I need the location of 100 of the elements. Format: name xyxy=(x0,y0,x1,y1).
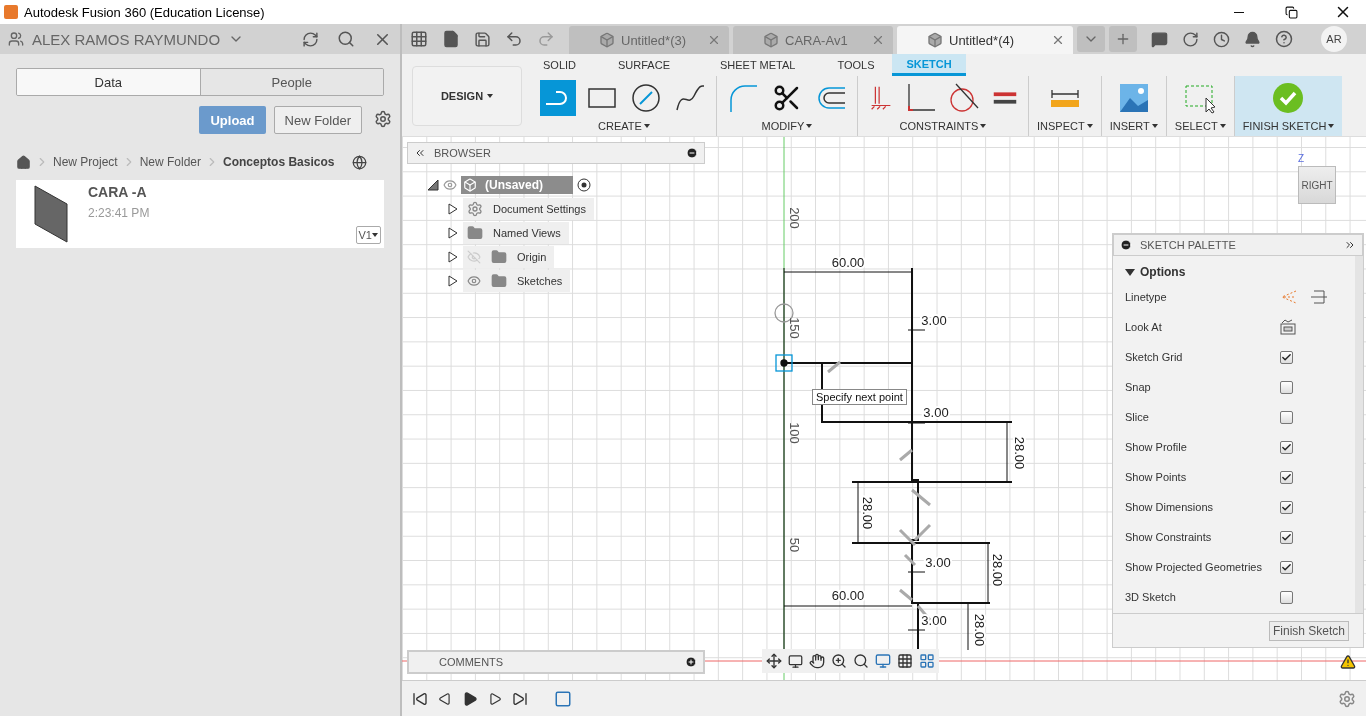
dimension-label[interactable]: 3.00 xyxy=(921,313,947,329)
search-button[interactable] xyxy=(337,30,355,48)
help-icon[interactable] xyxy=(1275,30,1293,48)
breadcrumb-link[interactable]: Conceptos Basicos xyxy=(223,155,335,169)
user-avatar[interactable]: AR xyxy=(1321,26,1347,52)
play-icon[interactable] xyxy=(462,690,478,707)
checkbox[interactable] xyxy=(1280,530,1293,544)
globe-icon[interactable] xyxy=(352,154,368,170)
group-menu[interactable]: CONSTRAINTS xyxy=(899,118,987,132)
ribbon-tab[interactable]: SHEET METAL xyxy=(696,54,820,76)
axis-label: Z xyxy=(1298,153,1305,164)
group-menu[interactable]: SELECT xyxy=(1174,118,1226,132)
next-icon[interactable] xyxy=(488,691,502,706)
dimension-label[interactable]: 28.00 xyxy=(1011,436,1027,470)
workspace-dropdown[interactable]: DESIGN xyxy=(412,66,522,126)
group-menu[interactable]: INSERT xyxy=(1109,118,1158,132)
group-menu[interactable]: FINISH SKETCH xyxy=(1242,118,1335,132)
document-tab[interactable]: Untitled*(4) xyxy=(897,26,1073,54)
expand-toggle[interactable] xyxy=(447,226,459,240)
window-title: Autodesk Fusion 360 (Education License) xyxy=(24,4,266,20)
version-dropdown[interactable]: V1 xyxy=(355,226,381,244)
home-icon[interactable] xyxy=(16,154,31,170)
comments-title: COMMENTS xyxy=(439,656,505,668)
checkbox[interactable] xyxy=(1280,470,1293,484)
dimension-label[interactable]: 28.00 xyxy=(971,613,987,647)
sync-icon[interactable] xyxy=(1182,30,1199,48)
tree-node[interactable]: Named Views xyxy=(463,222,569,244)
ribbon-tab[interactable]: SOLID xyxy=(527,54,592,76)
dimension-label[interactable]: 28.00 xyxy=(989,553,1005,587)
bell-icon[interactable] xyxy=(1244,30,1261,48)
previous-icon[interactable] xyxy=(438,691,452,706)
clock-icon[interactable] xyxy=(1213,30,1230,48)
group-menu[interactable]: CREATE xyxy=(598,118,650,132)
file-menu-icon[interactable] xyxy=(442,30,460,48)
refresh-icon xyxy=(302,30,319,48)
axis-label: 150 xyxy=(786,317,802,339)
finish-sketch-button[interactable]: Finish Sketch xyxy=(1268,620,1349,641)
settings-icon[interactable] xyxy=(1338,689,1356,708)
options-section[interactable]: Options xyxy=(1125,262,1186,282)
expand-toggle[interactable] xyxy=(447,250,459,264)
checkbox[interactable] xyxy=(1280,410,1293,424)
dimension-label[interactable]: 3.00 xyxy=(921,613,947,629)
comment-icon[interactable] xyxy=(1151,30,1168,48)
orbit-icon[interactable] xyxy=(766,653,782,669)
dimension-label[interactable]: 3.00 xyxy=(923,405,949,421)
group-menu[interactable]: MODIFY xyxy=(761,118,813,132)
expand-toggle[interactable] xyxy=(427,179,439,191)
browser-title: BROWSER xyxy=(434,147,492,159)
dimension-label[interactable]: 28.00 xyxy=(859,496,875,530)
new-folder-button[interactable]: New Folder xyxy=(273,106,362,134)
add-icon[interactable] xyxy=(685,656,697,668)
save-icon[interactable] xyxy=(474,30,491,48)
tree-node[interactable]: Document Settings xyxy=(463,198,594,220)
zoom-icon[interactable] xyxy=(831,653,847,669)
checkbox[interactable] xyxy=(1280,350,1293,364)
refresh-button[interactable] xyxy=(302,30,319,48)
axis-label: 50 xyxy=(786,537,802,553)
file-card[interactable]: CARA -A 2:23:41 PM V1 xyxy=(16,180,384,248)
option-label: Show Constraints xyxy=(1125,531,1213,543)
look-at-icon[interactable] xyxy=(1280,319,1296,335)
grid-icon[interactable] xyxy=(897,653,913,669)
panel-tab[interactable]: People xyxy=(199,69,383,95)
checkbox[interactable] xyxy=(1280,500,1293,514)
radio-icon xyxy=(577,178,591,192)
last-frame-icon[interactable] xyxy=(512,690,528,707)
option-label: Linetype xyxy=(1125,291,1168,303)
apps-grid-icon[interactable] xyxy=(410,30,428,48)
dimension-label[interactable]: 3.00 xyxy=(925,555,951,571)
checkbox[interactable] xyxy=(1280,590,1293,604)
minus-icon xyxy=(1120,239,1132,251)
dimension-label[interactable]: 60.00 xyxy=(831,255,865,271)
viewports-icon[interactable] xyxy=(919,653,935,669)
axis-label: 200 xyxy=(786,207,802,229)
breadcrumb-link[interactable]: New Project xyxy=(53,155,118,169)
line-tool[interactable] xyxy=(540,80,576,116)
first-frame-icon[interactable] xyxy=(412,690,428,707)
display-icon[interactable] xyxy=(875,653,891,669)
pan-icon[interactable] xyxy=(809,653,825,669)
undo-icon[interactable] xyxy=(505,30,523,48)
ribbon-tab[interactable]: TOOLS xyxy=(819,54,893,76)
tree-node[interactable]: Origin xyxy=(463,246,555,268)
group-menu[interactable]: INSPECT xyxy=(1037,118,1093,132)
view-cube[interactable]: RIGHT xyxy=(1298,166,1336,204)
cube-icon xyxy=(599,32,615,48)
expand-toggle[interactable] xyxy=(447,274,459,288)
checkbox[interactable] xyxy=(1280,380,1293,394)
fit-icon[interactable] xyxy=(853,653,869,669)
dimension-label[interactable]: 60.00 xyxy=(831,588,865,604)
tree-node[interactable]: Sketches xyxy=(463,270,571,292)
breadcrumb-link[interactable]: New Folder xyxy=(139,155,202,169)
close-icon xyxy=(707,33,721,47)
checkbox[interactable] xyxy=(1280,560,1293,574)
checkbox[interactable] xyxy=(1280,440,1293,454)
settings-button[interactable] xyxy=(374,110,392,128)
expand-toggle[interactable] xyxy=(447,202,459,216)
ribbon-tab[interactable]: SURFACE xyxy=(592,54,696,76)
close-icon xyxy=(871,33,885,47)
option-label: Show Profile xyxy=(1125,441,1188,453)
panel-tab[interactable]: Data xyxy=(17,69,200,95)
triangle-icon xyxy=(1125,267,1135,277)
